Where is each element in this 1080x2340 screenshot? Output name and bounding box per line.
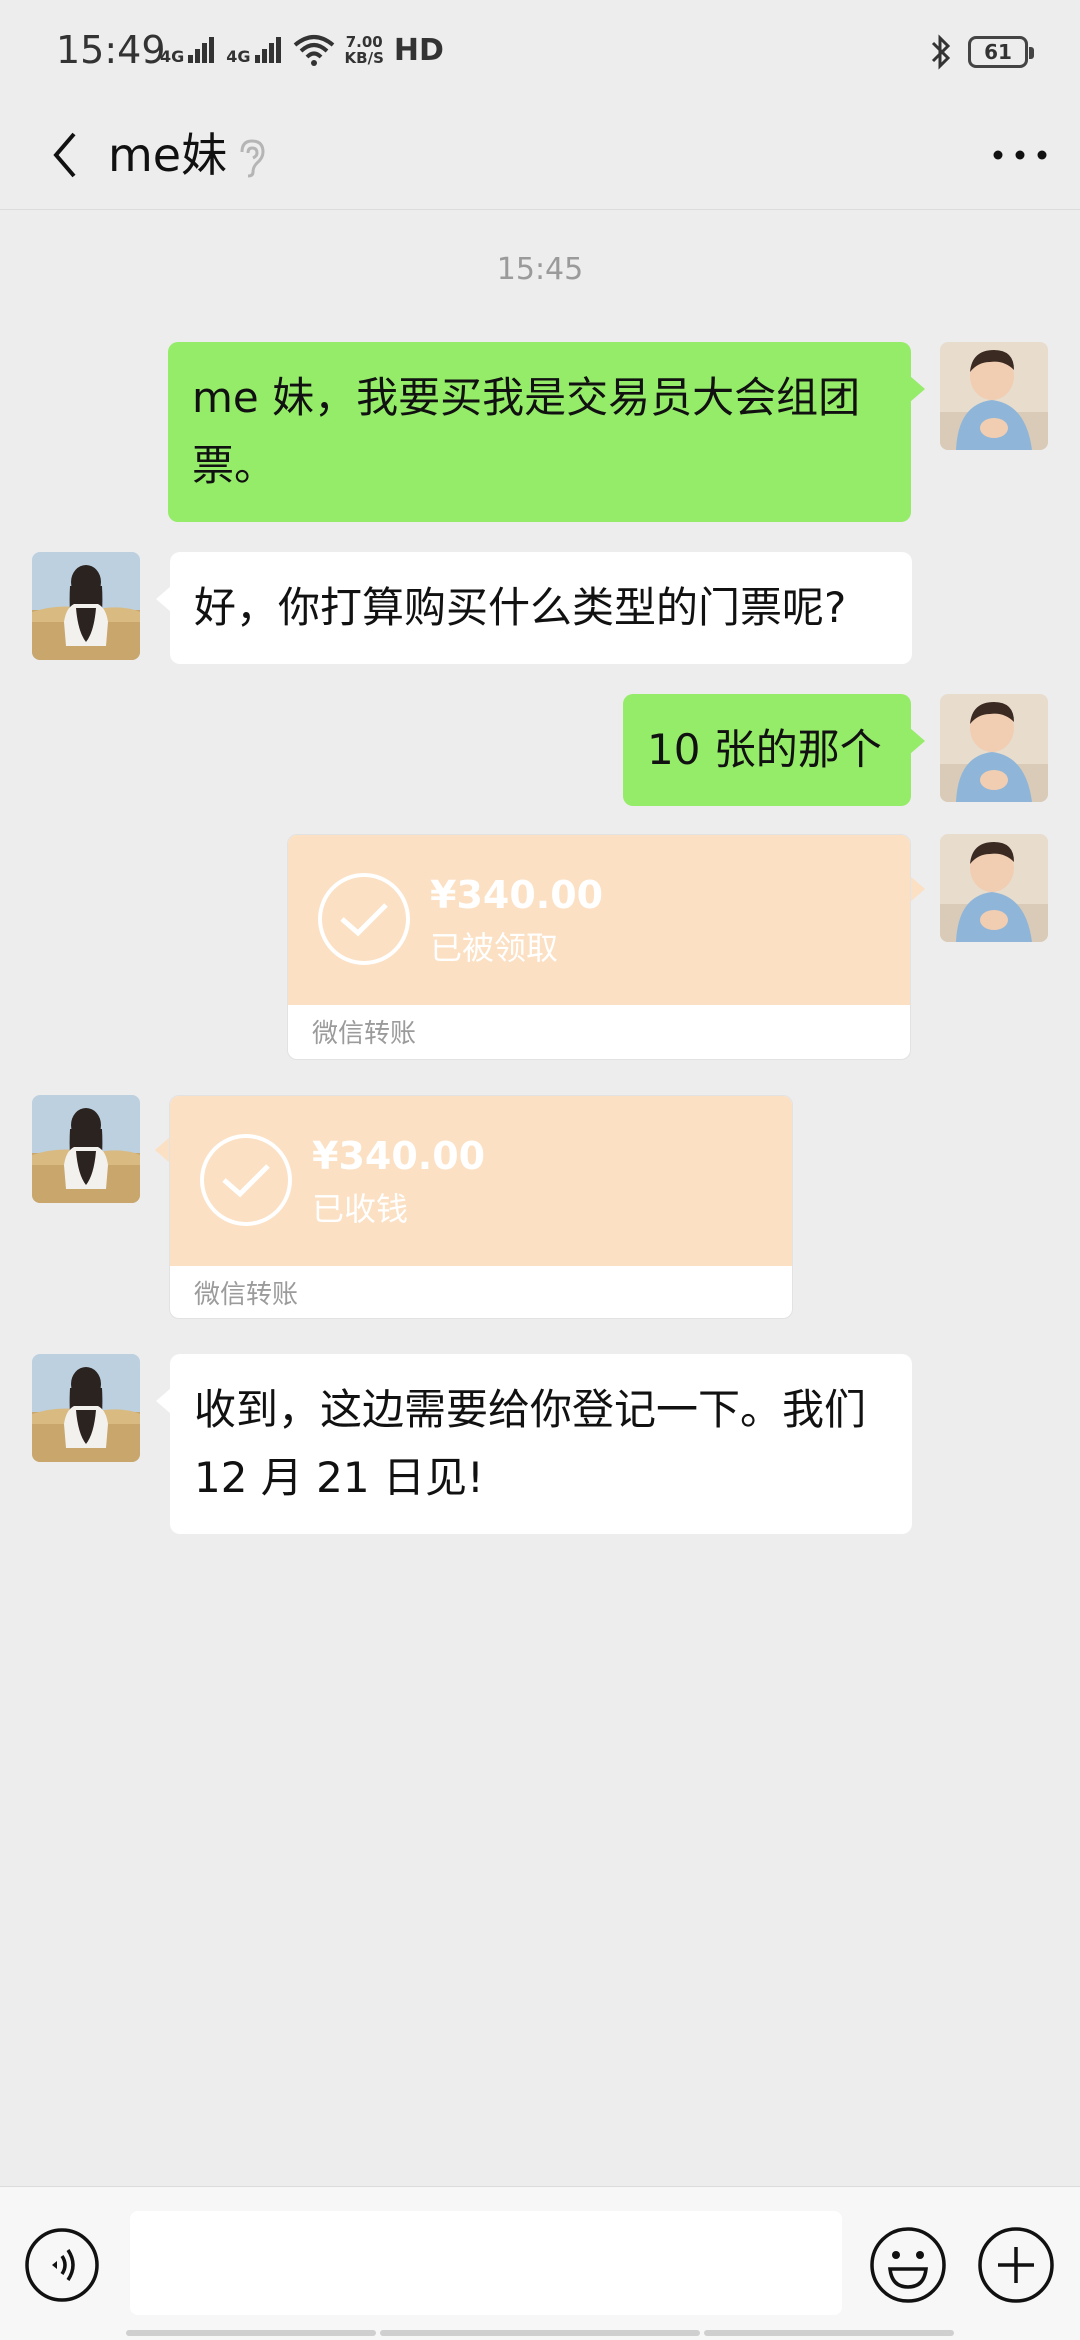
status-time: 15:49	[56, 28, 166, 72]
hd-indicator: HD	[393, 32, 444, 68]
transfer-status: 已收钱	[312, 1190, 409, 1228]
contact-avatar[interactable]	[32, 1095, 140, 1203]
transfer-card-received[interactable]: ¥340.00 已收钱 微信转账	[169, 1095, 793, 1319]
message-text: me 妹，我要买我是交易员大会组团票。	[192, 373, 861, 490]
transfer-status: 已被领取	[430, 929, 559, 967]
my-avatar[interactable]	[940, 834, 1048, 942]
transfer-label: 微信转账	[312, 1019, 417, 1049]
battery-icon: 61	[968, 36, 1034, 68]
transfer-card-sent[interactable]: ¥340.00 已被领取 微信转账	[287, 834, 911, 1060]
plus-icon[interactable]	[976, 2225, 1056, 2305]
message-input[interactable]	[130, 2211, 842, 2315]
keyboard-hint-bar	[380, 2330, 700, 2336]
network-indicators: 4G 4G 7.00 KB/S HD	[160, 30, 444, 70]
status-bar: 15:49 4G 4G 7.00 KB/S HD 61	[0, 0, 1080, 100]
message-bubble-sent[interactable]: me 妹，我要买我是交易员大会组团票。	[168, 342, 925, 522]
keyboard-hint-bar	[126, 2330, 376, 2336]
my-avatar[interactable]	[940, 342, 1048, 450]
emoji-icon[interactable]	[868, 2225, 948, 2305]
wifi-icon	[293, 35, 334, 66]
battery-level: 61	[984, 40, 1012, 64]
message-text: 好，你打算购买什么类型的门票呢?	[194, 583, 847, 632]
transfer-amount: ¥340.00	[312, 1134, 486, 1178]
message-bubble-received[interactable]: 好，你打算购买什么类型的门票呢?	[156, 552, 912, 664]
contact-avatar[interactable]	[32, 1354, 140, 1462]
chat-title: me妹	[108, 128, 228, 182]
bluetooth-icon	[931, 34, 951, 70]
message-timestamp: 15:45	[496, 252, 584, 287]
contact-avatar[interactable]	[32, 552, 140, 660]
message-text: 10 张的那个	[647, 725, 882, 774]
bubble-tail	[910, 876, 925, 902]
signal-icon: 4G	[160, 35, 216, 65]
keyboard-hint-bar	[704, 2330, 954, 2336]
network-type-1: 4G	[160, 47, 185, 66]
message-text: 收到，这边需要给你登记一下。我们 12 月 21 日见!	[194, 1385, 867, 1502]
network-speed: 7.00 KB/S	[345, 34, 384, 66]
ear-icon	[240, 139, 265, 178]
speed-unit: KB/S	[344, 49, 384, 67]
network-type-2: 4G	[226, 47, 251, 66]
message-bubble-received[interactable]: 收到，这边需要给你登记一下。我们 12 月 21 日见!	[156, 1354, 912, 1534]
status-right: 61	[930, 30, 1034, 74]
input-bar	[0, 2186, 1080, 2340]
check-circle-icon	[200, 1134, 292, 1226]
check-circle-icon	[318, 873, 410, 965]
my-avatar[interactable]	[940, 694, 1048, 802]
more-dots-icon	[993, 150, 1047, 160]
chevron-left-icon	[53, 132, 76, 178]
message-bubble-sent[interactable]: 10 张的那个	[623, 694, 925, 806]
back-button[interactable]	[30, 120, 100, 190]
speed-value: 7.00	[345, 33, 383, 51]
transfer-amount: ¥340.00	[430, 873, 604, 917]
title-bar: me妹	[0, 100, 1080, 210]
signal-icon: 4G	[226, 35, 282, 65]
bubble-tail	[155, 1137, 170, 1163]
more-options-button[interactable]	[980, 120, 1060, 190]
transfer-label: 微信转账	[194, 1280, 299, 1310]
voice-input-icon[interactable]	[24, 2227, 100, 2303]
